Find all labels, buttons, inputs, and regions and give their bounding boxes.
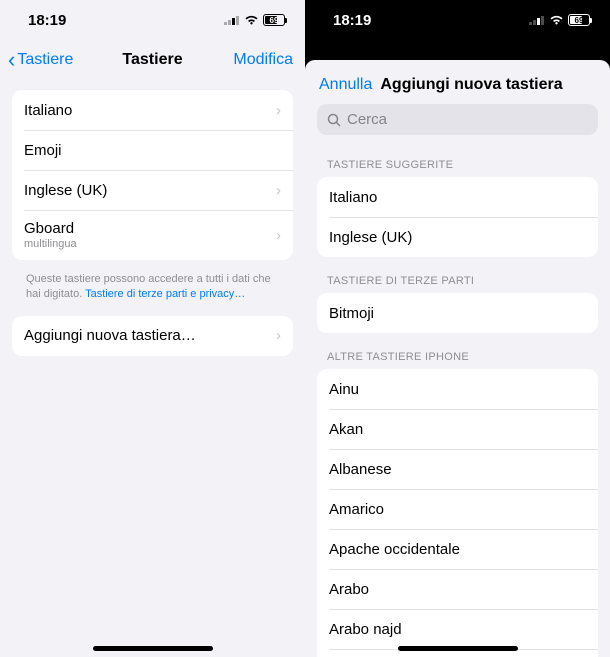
modal-sheet: Annulla Aggiungi nuova tastiera TASTIERE… [305,60,610,657]
row-title: Bitmoji [329,305,374,322]
home-indicator[interactable] [398,646,518,651]
search-container [305,104,610,141]
nav-bar: ‹ Tastiere Tastiere Modifica [0,40,305,80]
row-subtitle: multilingua [24,238,77,250]
keyboard-row-inglese-uk[interactable]: Inglese (UK) › [12,170,293,210]
nav-title: Tastiere [122,51,182,69]
status-time: 18:19 [28,12,66,29]
search-icon [327,113,341,127]
row-title: Inglese (UK) [24,182,107,199]
battery-icon: 69 [263,14,285,26]
list-item[interactable]: Amarico [317,489,598,529]
keyboard-row-emoji[interactable]: Emoji [12,130,293,170]
row-title: Albanese [329,461,392,478]
add-keyboard-group: Aggiungi nuova tastiera… › [12,316,293,356]
row-title: Aggiungi nuova tastiera… [24,327,196,344]
wifi-icon [244,15,259,26]
row-title: Apache occidentale [329,541,460,558]
nav-back-button[interactable]: ‹ Tastiere [8,49,73,71]
row-title: Arabo [329,581,369,598]
cellular-icon [529,15,545,25]
status-icons: 69 [224,14,285,26]
content-area: Italiano › Emoji Inglese (UK) › Gboard m… [0,80,305,364]
section-header-suggested: TASTIERE SUGGERITE [305,141,610,177]
section-header-third-party: TASTIERE DI TERZE PARTI [305,257,610,293]
keyboard-row-gboard[interactable]: Gboard multilingua › [12,210,293,260]
chevron-right-icon: › [276,182,281,199]
chevron-right-icon: › [276,327,281,344]
search-field[interactable] [317,104,598,135]
nav-back-label: Tastiere [17,51,73,69]
list-item[interactable]: Arabo najd [317,609,598,649]
screen-add-keyboard: 18:19 69 Annulla Aggiungi nuova tastiera… [305,0,610,657]
wifi-icon [549,15,564,26]
row-title: Italiano [24,102,72,119]
status-bar: 18:19 69 [305,0,610,40]
sheet-title: Aggiungi nuova tastiera [380,76,562,94]
screen-keyboards-list: 18:19 69 ‹ Tastiere Tastiere Modifica It… [0,0,305,657]
privacy-link[interactable]: Tastiere di terze parti e privacy… [85,288,245,300]
chevron-right-icon: › [276,227,281,244]
row-title: Ainu [329,381,359,398]
status-icons: 69 [529,14,590,26]
nav-edit-button[interactable]: Modifica [233,51,293,69]
row-title: Arabo najd [329,621,402,638]
sheet-header: Annulla Aggiungi nuova tastiera [305,60,610,104]
row-title: Amarico [329,501,384,518]
third-party-group: Bitmoji [317,293,598,333]
list-item[interactable]: Apache occidentale [317,529,598,569]
suggested-group: Italiano Inglese (UK) [317,177,598,257]
chevron-right-icon: › [276,102,281,119]
home-indicator[interactable] [93,646,213,651]
chevron-left-icon: ‹ [8,49,15,71]
list-item[interactable]: Albanese [317,449,598,489]
keyboards-group: Italiano › Emoji Inglese (UK) › Gboard m… [12,90,293,260]
privacy-footer: Queste tastiere possono accedere a tutti… [12,268,293,316]
row-title: Gboard [24,220,77,237]
list-item[interactable]: Arabo [317,569,598,609]
cancel-button[interactable]: Annulla [319,76,372,94]
other-group: Ainu Akan Albanese Amarico Apache occide… [317,369,598,657]
row-title: Emoji [24,142,62,159]
search-input[interactable] [347,111,588,128]
list-item-inglese-uk[interactable]: Inglese (UK) [317,217,598,257]
row-title: Italiano [329,189,377,206]
list-item[interactable]: Ainu [317,369,598,409]
add-keyboard-row[interactable]: Aggiungi nuova tastiera… › [12,316,293,356]
sheet-content: TASTIERE SUGGERITE Italiano Inglese (UK)… [305,141,610,657]
section-header-other: ALTRE TASTIERE IPHONE [305,333,610,369]
battery-icon: 69 [568,14,590,26]
row-title: Inglese (UK) [329,229,412,246]
status-bar: 18:19 69 [0,0,305,40]
list-item-bitmoji[interactable]: Bitmoji [317,293,598,333]
keyboard-row-italiano[interactable]: Italiano › [12,90,293,130]
row-title: Akan [329,421,363,438]
list-item[interactable]: Akan [317,409,598,449]
list-item-italiano[interactable]: Italiano [317,177,598,217]
cellular-icon [224,15,240,25]
status-time: 18:19 [333,12,371,29]
